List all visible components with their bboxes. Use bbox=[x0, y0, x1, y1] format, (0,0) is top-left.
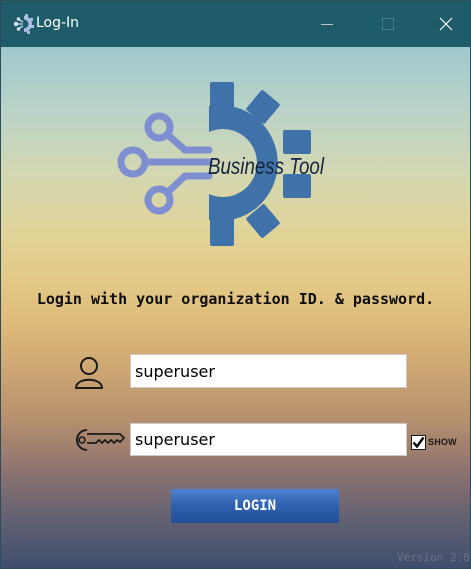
logo-text: Business Tool bbox=[208, 153, 325, 179]
maximize-button[interactable] bbox=[365, 1, 411, 47]
login-panel: Business Tool Login with your organizati… bbox=[1, 47, 470, 568]
key-icon bbox=[76, 429, 125, 451]
password-input[interactable] bbox=[130, 423, 407, 456]
maximize-icon bbox=[382, 18, 394, 30]
user-icon bbox=[75, 357, 103, 389]
window-title: Log-In bbox=[36, 15, 80, 31]
login-window: Log-In Business Tool Login with your org… bbox=[0, 0, 471, 569]
gear-network-icon: Business Tool bbox=[117, 82, 325, 246]
login-button[interactable]: LOGIN bbox=[171, 489, 339, 523]
login-instructions: Login with your organization ID. & passw… bbox=[36, 290, 435, 308]
username-input[interactable] bbox=[130, 354, 407, 388]
minimize-icon bbox=[321, 24, 333, 25]
show-password-toggle[interactable]: SHOW bbox=[411, 433, 457, 451]
title-bar[interactable]: Log-In bbox=[1, 1, 470, 47]
show-password-label: SHOW bbox=[428, 437, 457, 447]
close-button[interactable] bbox=[423, 1, 469, 47]
minimize-button[interactable] bbox=[304, 1, 350, 47]
close-icon bbox=[439, 17, 453, 31]
business-tool-logo: Business Tool bbox=[113, 70, 333, 258]
show-password-checkbox[interactable] bbox=[411, 434, 426, 450]
gear-network-icon bbox=[13, 14, 34, 34]
version-label: Version 2.0 bbox=[397, 551, 470, 564]
checkmark-icon bbox=[412, 436, 425, 448]
